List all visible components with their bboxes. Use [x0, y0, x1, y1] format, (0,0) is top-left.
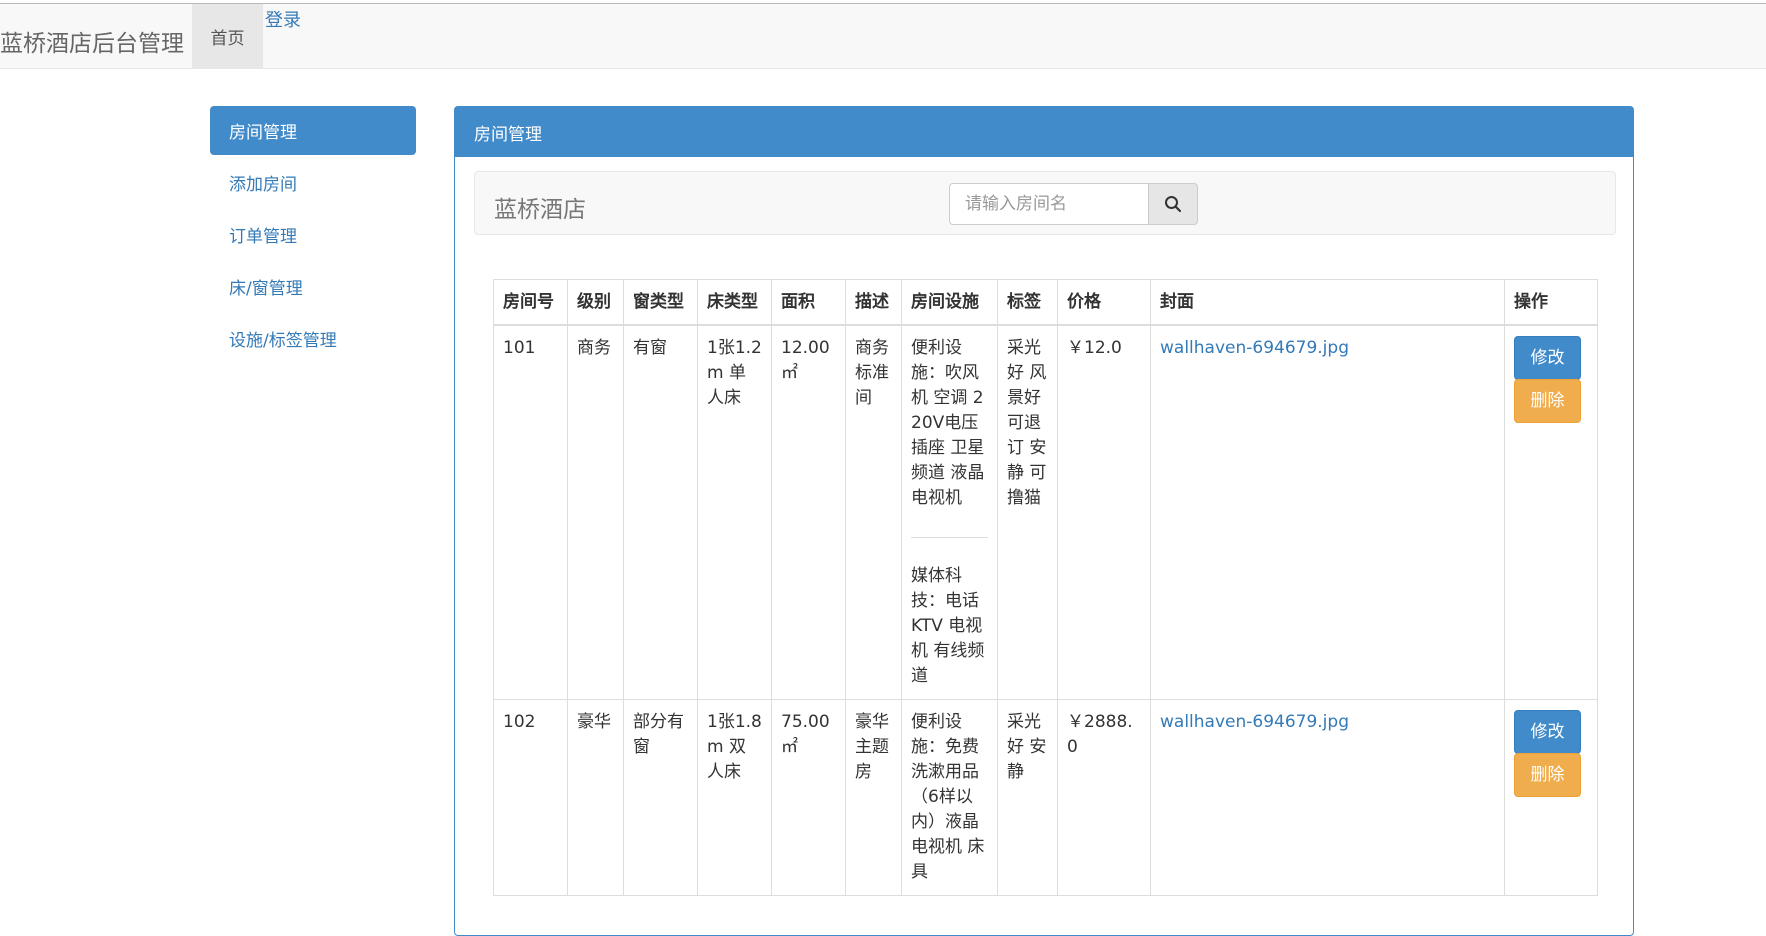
edit-button[interactable]: 修改	[1514, 710, 1581, 754]
sidebar-item-bed-window-management[interactable]: 床/窗管理	[210, 262, 416, 311]
cell-level: 豪华	[567, 699, 624, 896]
delete-button[interactable]: 删除	[1514, 379, 1581, 423]
search-input[interactable]	[949, 183, 1149, 225]
cell-cover: wallhaven-694679.jpg	[1150, 324, 1505, 700]
delete-button[interactable]: 删除	[1514, 753, 1581, 797]
cell-area: 75.00 ㎡	[771, 699, 846, 896]
cell-room-no: 101	[493, 324, 568, 700]
nav-login-link[interactable]: 登录	[265, 6, 301, 32]
search-icon	[1165, 196, 1182, 213]
brand-title[interactable]: 蓝桥酒店后台管理	[0, 24, 184, 58]
table-row: 101 商务 有窗 1张1.2m 单人床 12.00 ㎡ 商务标准间 便利设施：…	[493, 324, 1598, 700]
rooms-table: 房间号 级别 窗类型 床类型 面积 描述 房间设施 标签 价格 封面 操作 10…	[493, 279, 1598, 896]
header-level: 级别	[567, 279, 624, 326]
cell-bed-type: 1张1.8m 双人床	[697, 699, 772, 896]
facility-group: 便利设施：免费洗漱用品（6样以内）液晶电视机 床具	[911, 712, 985, 882]
header-actions: 操作	[1504, 279, 1598, 326]
sidebar-item-facility-tag-management[interactable]: 设施/标签管理	[210, 314, 416, 363]
header-window-type: 窗类型	[623, 279, 698, 326]
cell-level: 商务	[567, 324, 624, 700]
header-area: 面积	[771, 279, 846, 326]
search-button[interactable]	[1148, 183, 1198, 225]
cell-description: 商务标准间	[845, 324, 902, 700]
cell-price: ￥2888.0	[1057, 699, 1151, 896]
header-tags: 标签	[997, 279, 1058, 326]
cell-description: 豪华主题房	[845, 699, 902, 896]
panel-title: 房间管理	[455, 107, 1633, 157]
cover-image-link[interactable]: wallhaven-694679.jpg	[1160, 712, 1349, 732]
cell-window-type: 部分有窗	[623, 699, 698, 896]
facility-group: 便利设施：吹风机 空调 220V电压插座 卫星频道 液晶电视机	[911, 338, 985, 508]
cell-tags: 采光好 风景好 可退订 安静 可撸猫	[997, 324, 1058, 700]
search-bar: 蓝桥酒店	[474, 171, 1616, 235]
header-price: 价格	[1057, 279, 1151, 326]
facility-group: 媒体科技：电话 KTV 电视机 有线频道	[911, 566, 985, 686]
cell-actions: 修改 删除	[1504, 324, 1598, 700]
cell-cover: wallhaven-694679.jpg	[1150, 699, 1505, 896]
cell-price: ￥12.0	[1057, 324, 1151, 700]
cell-tags: 采光好 安静	[997, 699, 1058, 896]
cell-area: 12.00 ㎡	[771, 324, 846, 700]
header-bed-type: 床类型	[697, 279, 772, 326]
sidebar-item-room-management[interactable]: 房间管理	[210, 106, 416, 155]
table-header-row: 房间号 级别 窗类型 床类型 面积 描述 房间设施 标签 价格 封面 操作	[493, 279, 1598, 326]
main-panel: 房间管理 蓝桥酒店 房间号 级别 窗类型 床类型 面积 描述 房间设施	[454, 106, 1634, 936]
cell-facilities: 便利设施：吹风机 空调 220V电压插座 卫星频道 液晶电视机 媒体科技：电话 …	[901, 324, 998, 700]
header-cover: 封面	[1150, 279, 1505, 326]
sidebar-item-order-management[interactable]: 订单管理	[210, 210, 416, 259]
sidebar-item-add-room[interactable]: 添加房间	[210, 158, 416, 207]
edit-button[interactable]: 修改	[1514, 336, 1581, 380]
header-room-no: 房间号	[493, 279, 568, 326]
cover-image-link[interactable]: wallhaven-694679.jpg	[1160, 338, 1349, 358]
table-row: 102 豪华 部分有窗 1张1.8m 双人床 75.00 ㎡ 豪华主题房 便利设…	[493, 699, 1598, 896]
top-navbar: 蓝桥酒店后台管理 首页 登录	[0, 3, 1766, 69]
cell-window-type: 有窗	[623, 324, 698, 700]
header-facilities: 房间设施	[901, 279, 998, 326]
header-description: 描述	[845, 279, 902, 326]
cell-bed-type: 1张1.2m 单人床	[697, 324, 772, 700]
facility-divider	[911, 537, 988, 538]
sidebar: 房间管理 添加房间 订单管理 床/窗管理 设施/标签管理	[210, 106, 416, 366]
hotel-name: 蓝桥酒店	[494, 197, 586, 223]
cell-room-no: 102	[493, 699, 568, 896]
nav-home-link[interactable]: 首页	[192, 4, 263, 68]
cell-facilities: 便利设施：免费洗漱用品（6样以内）液晶电视机 床具	[901, 699, 998, 896]
cell-actions: 修改 删除	[1504, 699, 1598, 896]
